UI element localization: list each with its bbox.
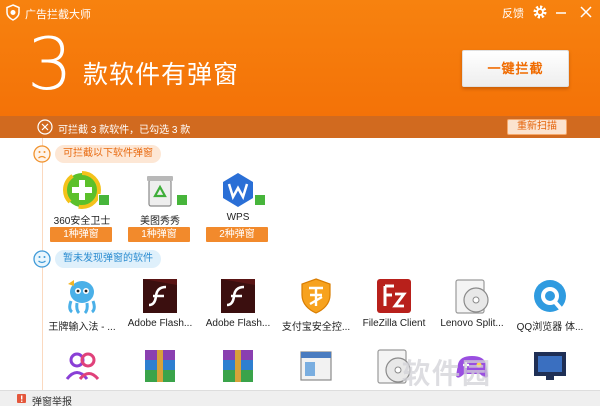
archive-icon [145,350,175,382]
popup-badge: 1种弹窗 [50,227,112,242]
window-icon [300,351,332,381]
archive-icon [223,350,253,382]
wps-icon [223,173,253,207]
recycle-icon [147,176,173,207]
blockable-section-title: 可拦截以下软件弹窗 [55,145,161,163]
app-title: 广告拦截大师 [25,9,91,21]
popup-count: 3 [27,22,73,106]
360-security-icon [63,171,101,209]
disc-icon [455,279,489,314]
qq-browser-icon [534,280,566,312]
app-name: WPS [226,212,250,223]
sad-face-icon [33,145,51,163]
report-icon [17,394,26,403]
nopopup-section-title: 暂未发现弹窗的软件 [55,250,161,268]
shield-logo-icon [6,4,20,21]
app-name: Adobe Flash... [127,318,193,329]
popup-report-link[interactable]: 弹窗举报 [32,393,72,406]
app-name: Lenovo Split... [440,318,504,329]
rescan-button[interactable]: 重新扫描 [507,119,567,135]
checkbox-checked[interactable] [98,194,110,206]
app-name: QQ浏览器 体... [516,322,584,333]
feedback-link[interactable]: 反馈 [502,5,524,21]
app-list-area: 可拦截以下软件弹窗 360安全卫士 1种弹窗 美图秀秀 1种弹窗 WPS 2种弹… [28,138,600,390]
status-text: 可拦截 3 款软件，已勾选 3 款 [58,125,191,136]
alipay-shield-icon [301,278,331,314]
filezilla-icon [377,279,411,313]
watermark: 软件园 [402,358,493,389]
block-status-icon [37,119,53,135]
adobe-flash-icon [221,279,255,313]
status-bar: 可拦截 3 款软件，已勾选 3 款 重新扫描 [0,116,600,138]
app-name: 支付宝安全控... [281,322,351,333]
app-name: 王牌输入法 - ... [48,322,116,333]
app-name: FileZilla Client [362,318,426,329]
popup-badge: 2种弹窗 [206,227,268,242]
app-name: 美图秀秀 [140,216,180,227]
checkbox-checked[interactable] [254,194,266,206]
headline: 款软件有弹窗 [83,61,240,89]
checkbox-checked[interactable] [176,194,188,206]
one-click-block-button[interactable]: 一键拦截 [462,50,569,87]
gear-icon[interactable] [532,4,548,20]
title-bar: 广告拦截大师 反馈 [0,0,600,26]
octopus-icon [68,280,96,315]
minimize-icon[interactable] [553,4,569,20]
popup-badge: 1种弹窗 [128,227,190,242]
smile-face-icon [33,250,51,268]
monitor-icon [534,352,566,380]
app-name: 360安全卫士 [53,216,111,227]
adobe-flash-icon [143,279,177,313]
bottom-bar: 弹窗举报 [0,390,600,406]
close-icon[interactable] [578,4,594,20]
contacts-icon [65,352,100,381]
app-name: Adobe Flash... [205,318,271,329]
